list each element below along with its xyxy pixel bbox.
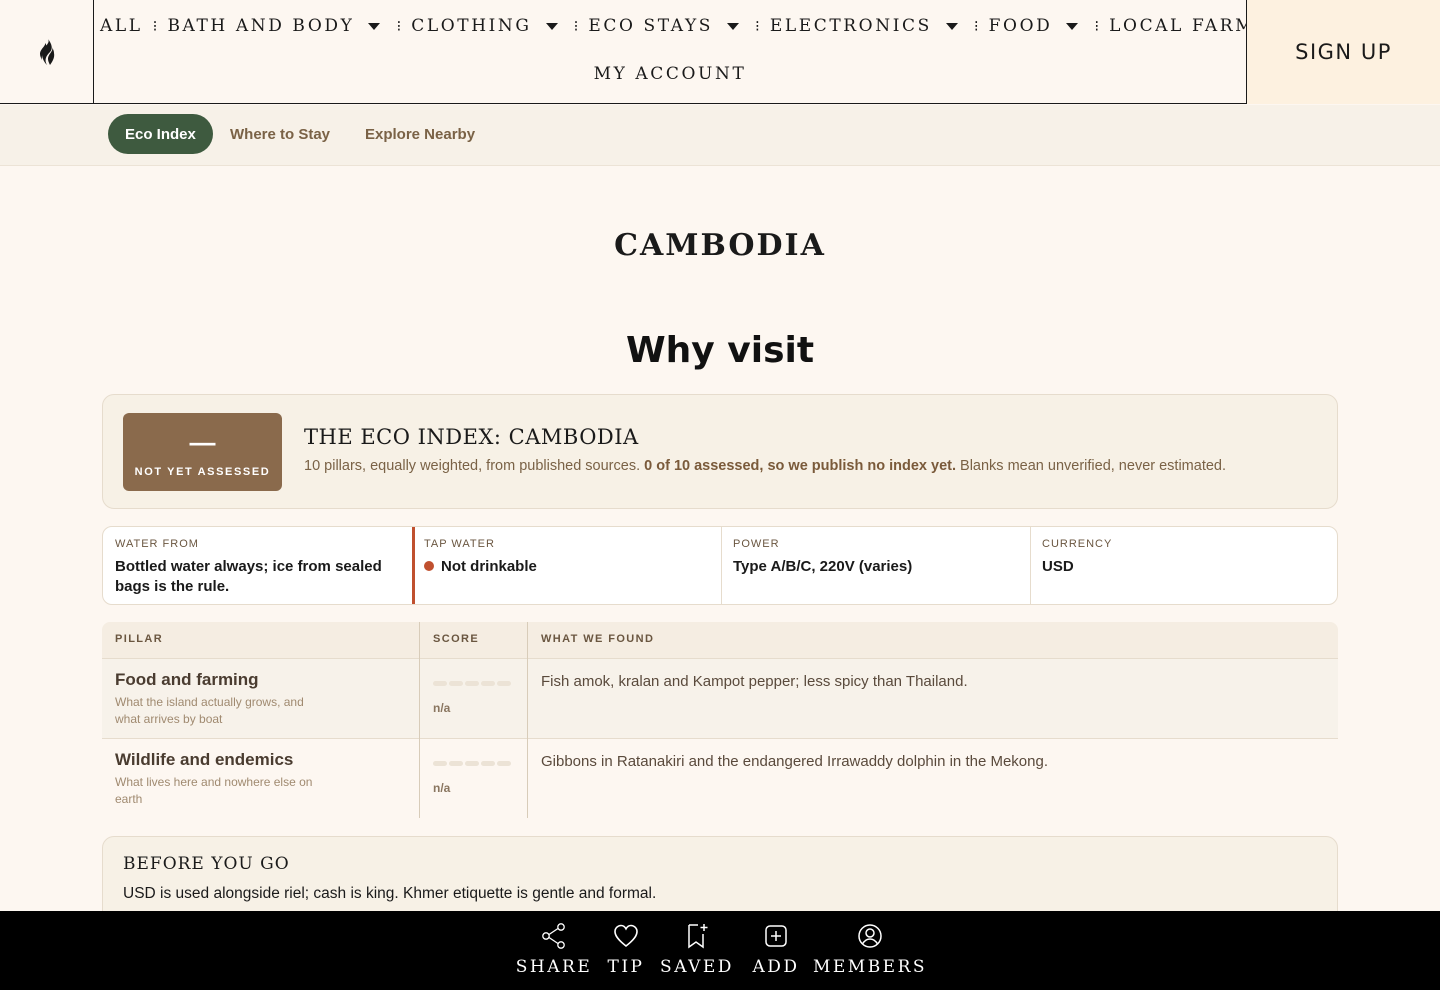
finding-text: Gibbons in Ratanakiri and the endangered… (541, 753, 1048, 770)
caret-down-icon[interactable] (1066, 22, 1079, 30)
nav-item-eco-stays[interactable]: ECO STAYS (588, 16, 745, 36)
nav-item-bath-and-body[interactable]: BATH AND BODY (167, 16, 386, 36)
add-label: ADD (752, 957, 800, 977)
nav-separator-icon: ⁝ (755, 17, 760, 35)
section-title: Why visit (625, 330, 815, 371)
fact-label: POWER (733, 538, 780, 550)
fact-water-from: WATER FROM Bottled water always; ice fro… (103, 527, 412, 604)
column-header-score: SCORE (433, 633, 480, 645)
nav-item-label: ELECTRONICS (769, 16, 932, 36)
fact-label: WATER FROM (115, 538, 199, 550)
column-divider (419, 622, 420, 818)
pillar-table: PILLAR SCORE WHAT WE FOUND Food and farm… (102, 622, 1338, 818)
fact-currency: CURRENCY USD (1030, 527, 1337, 604)
pillar-subtitle: What lives here and nowhere else on eart… (115, 775, 313, 806)
column-divider (527, 622, 528, 818)
column-header-found: WHAT WE FOUND (541, 633, 655, 645)
sub-nav: Eco Index Where to Stay Explore Nearby (0, 105, 1440, 166)
heart-icon (614, 924, 638, 948)
table-row: Wildlife and endemics What lives here an… (102, 738, 1338, 818)
add-button[interactable]: ADD (750, 911, 802, 990)
fact-value: USD (1042, 558, 1074, 575)
fact-value: Type A/B/C, 220V (varies) (733, 558, 913, 575)
share-label: SHARE (515, 957, 593, 977)
score-bars (433, 761, 513, 766)
fact-value-text: Not drinkable (441, 558, 537, 575)
desc-bold: 0 of 10 assessed, so we publish no index… (644, 458, 956, 474)
eco-index-title: THE ECO INDEX: CAMBODIA (304, 425, 639, 449)
eco-index-card: — NOT YET ASSESSED THE ECO INDEX: CAMBOD… (102, 394, 1338, 509)
fact-value: Bottled water always; ice from sealed ba… (115, 558, 382, 595)
nav-separator-icon: ⁝ (152, 17, 158, 35)
score-value: n/a (433, 781, 451, 795)
nav-item-my-account[interactable]: MY ACCOUNT (594, 64, 747, 84)
fact-label: CURRENCY (1042, 538, 1113, 550)
column-header-pillar: PILLAR (115, 633, 164, 645)
table-row: Food and farming What the island actuall… (102, 658, 1338, 738)
members-button[interactable]: MEMBERS (813, 911, 925, 990)
table-header: PILLAR SCORE WHAT WE FOUND (102, 622, 1338, 658)
nav-separator-icon: ⁝ (1094, 17, 1100, 35)
status-dot-icon (424, 561, 434, 571)
saved-label: SAVED (660, 957, 734, 977)
fact-power: POWER Type A/B/C, 220V (varies) (721, 527, 1030, 604)
nav-row: ALL ⁝ BATH AND BODY ⁝ CLOTHING ⁝ ECO STA… (100, 12, 1326, 40)
logo[interactable] (0, 0, 94, 104)
badge-label: NOT YET ASSESSED (134, 466, 271, 478)
fact-label: TAP WATER (424, 538, 495, 550)
tab-eco-index[interactable]: Eco Index (108, 114, 213, 154)
nav-separator-icon: ⁝ (396, 17, 402, 35)
nav-item-label: CLOTHING (411, 16, 532, 36)
nav-item-clothing[interactable]: CLOTHING (411, 16, 563, 36)
before-you-go-text: USD is used alongside riel; cash is king… (123, 885, 657, 902)
pillar-subtitle: What the island actually grows, and what… (115, 695, 304, 726)
pillar-name: Food and farming (115, 670, 259, 689)
fact-value: Not drinkable (424, 557, 537, 577)
before-you-go-title: BEFORE YOU GO (123, 854, 290, 874)
nav-item-all[interactable]: ALL (100, 16, 143, 36)
caret-down-icon[interactable] (945, 22, 958, 30)
nav-separator-icon: ⁝ (573, 17, 579, 35)
pillar-name: Wildlife and endemics (115, 750, 294, 769)
eco-index-description: 10 pillars, equally weighted, from publi… (304, 458, 1226, 474)
bookmark-plus-icon (688, 924, 708, 949)
share-icon (542, 923, 565, 949)
page-title: CAMBODIA (614, 228, 826, 263)
tip-button[interactable]: TIP (606, 911, 646, 990)
finding-text: Fish amok, kralan and Kampot pepper; les… (541, 673, 968, 690)
nav-item-electronics[interactable]: ELECTRONICS (770, 16, 964, 36)
user-circle-icon (858, 924, 882, 948)
share-button[interactable]: SHARE (516, 911, 590, 990)
nav-item-label: BATH AND BODY (167, 16, 355, 36)
site-header: ALL ⁝ BATH AND BODY ⁝ CLOTHING ⁝ ECO STA… (0, 0, 1440, 104)
main-nav: ALL ⁝ BATH AND BODY ⁝ CLOTHING ⁝ ECO STA… (94, 0, 1316, 104)
tab-where-to-stay[interactable]: Where to Stay (230, 114, 330, 154)
eco-index-badge: — NOT YET ASSESSED (123, 413, 282, 491)
score-value: n/a (433, 701, 451, 715)
nav-item-label: ALL (100, 16, 143, 36)
nav-row: MY ACCOUNT (94, 64, 1246, 84)
desc-lead: 10 pillars, equally weighted, from publi… (304, 458, 641, 474)
caret-down-icon[interactable] (368, 22, 381, 30)
badge-value: — (189, 427, 216, 457)
fact-tap-water: TAP WATER Not drinkable (412, 527, 721, 604)
caret-down-icon[interactable] (727, 22, 740, 30)
nav-separator-icon: ⁝ (973, 17, 979, 35)
add-square-icon (765, 925, 787, 947)
tip-label: TIP (607, 957, 645, 977)
score-bars (433, 681, 513, 686)
flame-icon (39, 39, 54, 65)
desc-tail: Blanks mean unverified, never estimated. (960, 458, 1227, 474)
sign-up-button[interactable]: SIGN UP (1246, 0, 1440, 104)
nav-item-food[interactable]: FOOD (989, 16, 1085, 36)
caret-down-icon[interactable] (545, 22, 558, 30)
nav-item-label: FOOD (988, 16, 1053, 36)
members-label: MEMBERS (812, 957, 928, 977)
bottom-action-bar: SHARE TIP SAVED ADD MEMBERS (0, 911, 1440, 990)
tab-explore-nearby[interactable]: Explore Nearby (365, 114, 475, 154)
saved-button[interactable]: SAVED (660, 911, 734, 990)
facts-strip: WATER FROM Bottled water always; ice fro… (102, 526, 1338, 605)
nav-item-label: ECO STAYS (588, 16, 714, 36)
